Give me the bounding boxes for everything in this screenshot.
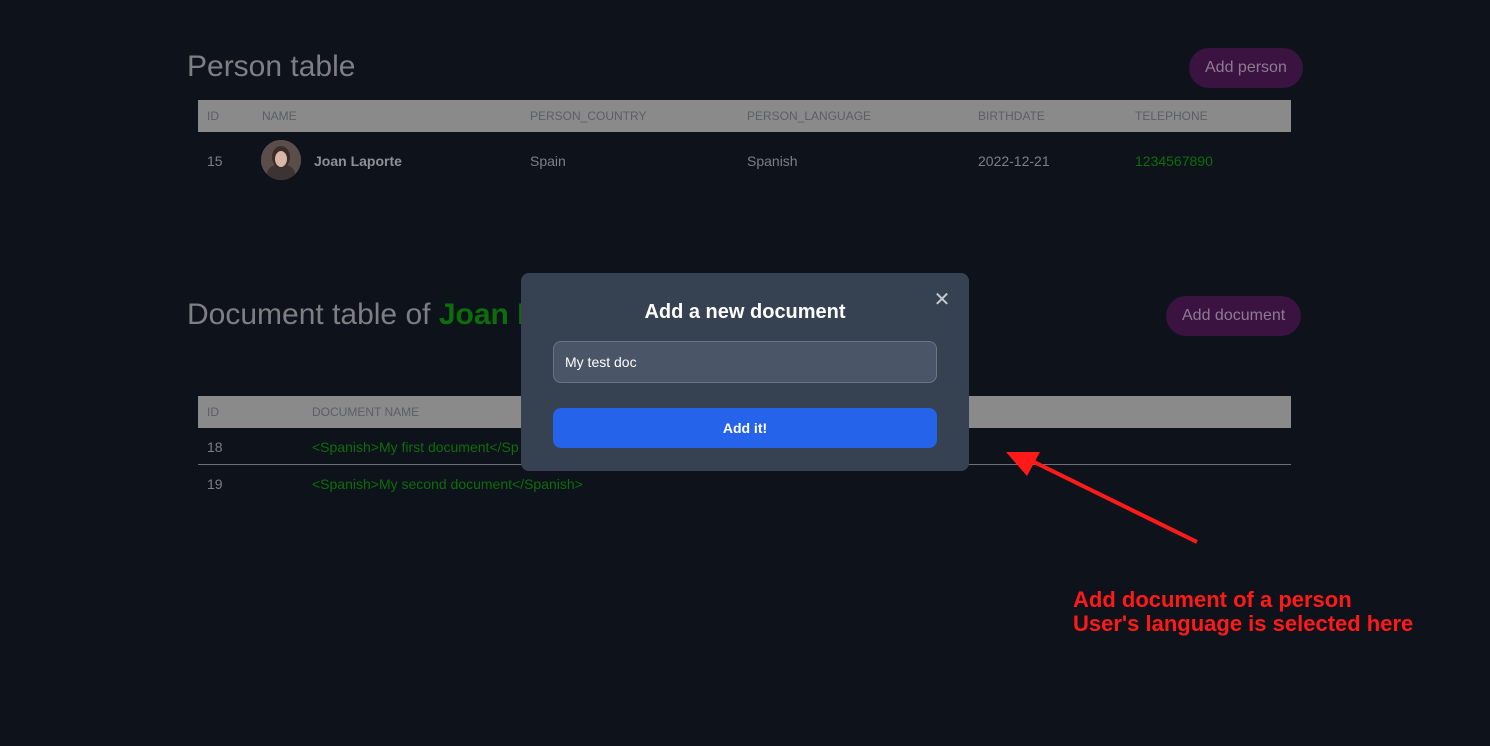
page: Person table Add person ID NAME PERSON_C… bbox=[0, 0, 1490, 746]
annotation-line-2: User's language is selected here bbox=[1073, 611, 1414, 636]
annotation-line-1: Add document of a person bbox=[1073, 587, 1352, 612]
annotation-text: Add document of a person User's language… bbox=[1073, 588, 1413, 636]
